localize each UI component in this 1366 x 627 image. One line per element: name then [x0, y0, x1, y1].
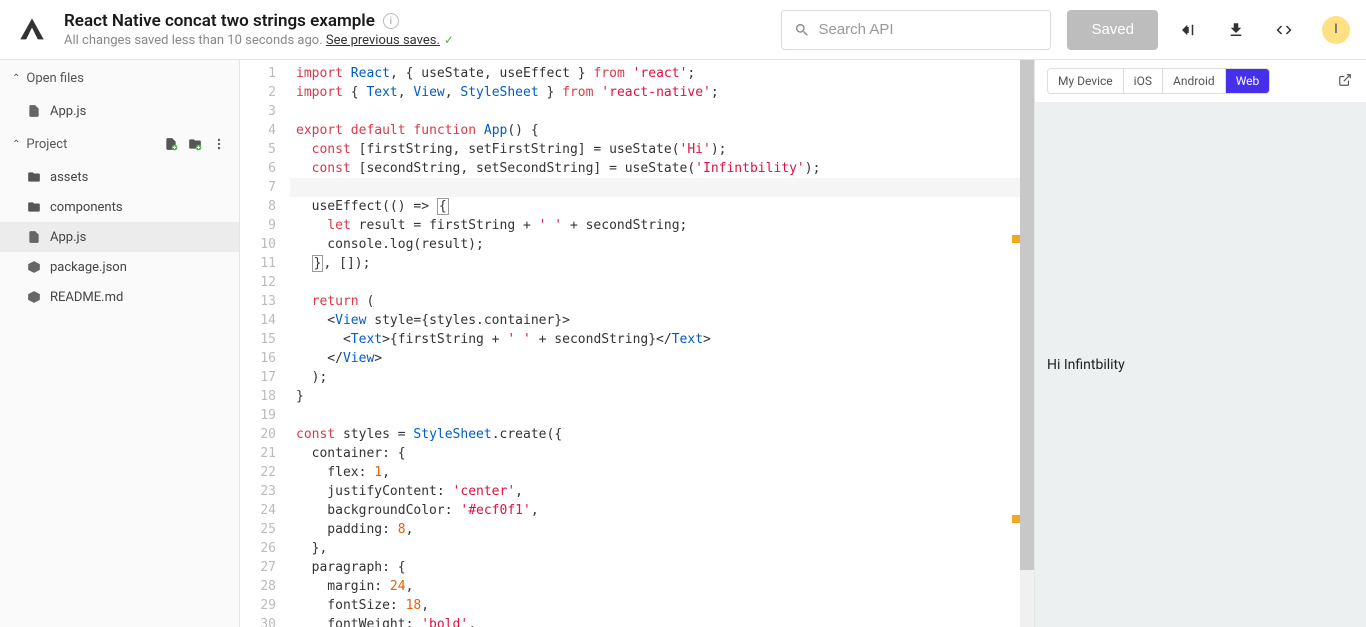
file-name: README.md — [50, 290, 123, 305]
file-name: App.js — [50, 230, 86, 245]
preview-tab-my-device[interactable]: My Device — [1048, 69, 1124, 93]
title-block: React Native concat two strings example … — [64, 11, 454, 48]
code-content[interactable]: import React, { useState, useEffect } fr… — [290, 60, 1034, 627]
open-external-icon[interactable] — [1338, 73, 1354, 89]
open-files-header[interactable]: ⌃ Open files — [0, 60, 239, 96]
line-gutter: 1234567891011121314151617181920212223242… — [240, 60, 290, 627]
file-name: components — [50, 200, 123, 215]
search-input[interactable] — [818, 21, 1038, 38]
preview-tab-android[interactable]: Android — [1163, 69, 1226, 93]
new-folder-icon[interactable] — [187, 136, 203, 152]
preview-output: Hi Infintbility — [1047, 357, 1125, 373]
file-name: App.js — [50, 104, 86, 119]
project-header[interactable]: ⌃ Project — [0, 126, 239, 162]
project-file-item[interactable]: components — [0, 192, 239, 222]
header: React Native concat two strings example … — [0, 0, 1366, 60]
file-icon — [26, 229, 42, 245]
info-icon[interactable]: i — [383, 13, 399, 29]
preview-tab-ios[interactable]: iOS — [1124, 69, 1163, 93]
file-icon — [26, 259, 42, 275]
preview-panel: My DeviceiOSAndroidWeb Hi Infintbility — [1034, 60, 1366, 627]
search-icon — [794, 22, 810, 38]
save-status: All changes saved less than 10 seconds a… — [64, 33, 454, 48]
avatar[interactable]: I — [1322, 16, 1350, 44]
saved-button: Saved — [1067, 10, 1158, 50]
folder-icon — [26, 169, 42, 185]
open-file-item[interactable]: App.js — [0, 96, 239, 126]
download-icon[interactable] — [1226, 20, 1246, 40]
more-icon[interactable] — [211, 136, 227, 152]
file-name: package.json — [50, 260, 127, 275]
open-files-label: Open files — [26, 71, 84, 86]
save-status-text: All changes saved less than 10 seconds a… — [64, 33, 326, 48]
preview-tabs: My DeviceiOSAndroidWeb — [1035, 60, 1366, 103]
chevron-up-icon: ⌃ — [12, 73, 20, 84]
file-name: assets — [50, 170, 88, 185]
sidebar: ⌃ Open files App.js ⌃ Project assets comp… — [0, 60, 240, 627]
editor-marker — [1012, 235, 1020, 243]
project-file-item[interactable]: README.md — [0, 282, 239, 312]
file-icon — [26, 289, 42, 305]
project-file-item[interactable]: package.json — [0, 252, 239, 282]
project-file-item[interactable]: App.js — [0, 222, 239, 252]
see-previous-saves-link[interactable]: See previous saves. — [326, 33, 440, 48]
project-title[interactable]: React Native concat two strings example — [64, 11, 375, 31]
file-icon — [26, 103, 42, 119]
editor-marker — [1012, 515, 1020, 523]
preview-tab-web[interactable]: Web — [1226, 69, 1270, 93]
project-label: Project — [26, 137, 67, 152]
chevron-up-icon: ⌃ — [12, 139, 20, 150]
embed-icon[interactable] — [1274, 20, 1294, 40]
check-icon: ✓ — [444, 33, 454, 47]
editor-scrollbar[interactable] — [1020, 60, 1034, 627]
expo-logo[interactable] — [16, 14, 48, 46]
code-editor[interactable]: 1234567891011121314151617181920212223242… — [240, 60, 1034, 627]
folder-icon — [26, 199, 42, 215]
project-file-item[interactable]: assets — [0, 162, 239, 192]
search-box[interactable] — [781, 10, 1051, 50]
export-icon[interactable] — [1178, 20, 1198, 40]
new-file-icon[interactable] — [163, 136, 179, 152]
preview-body: Hi Infintbility — [1035, 103, 1366, 627]
